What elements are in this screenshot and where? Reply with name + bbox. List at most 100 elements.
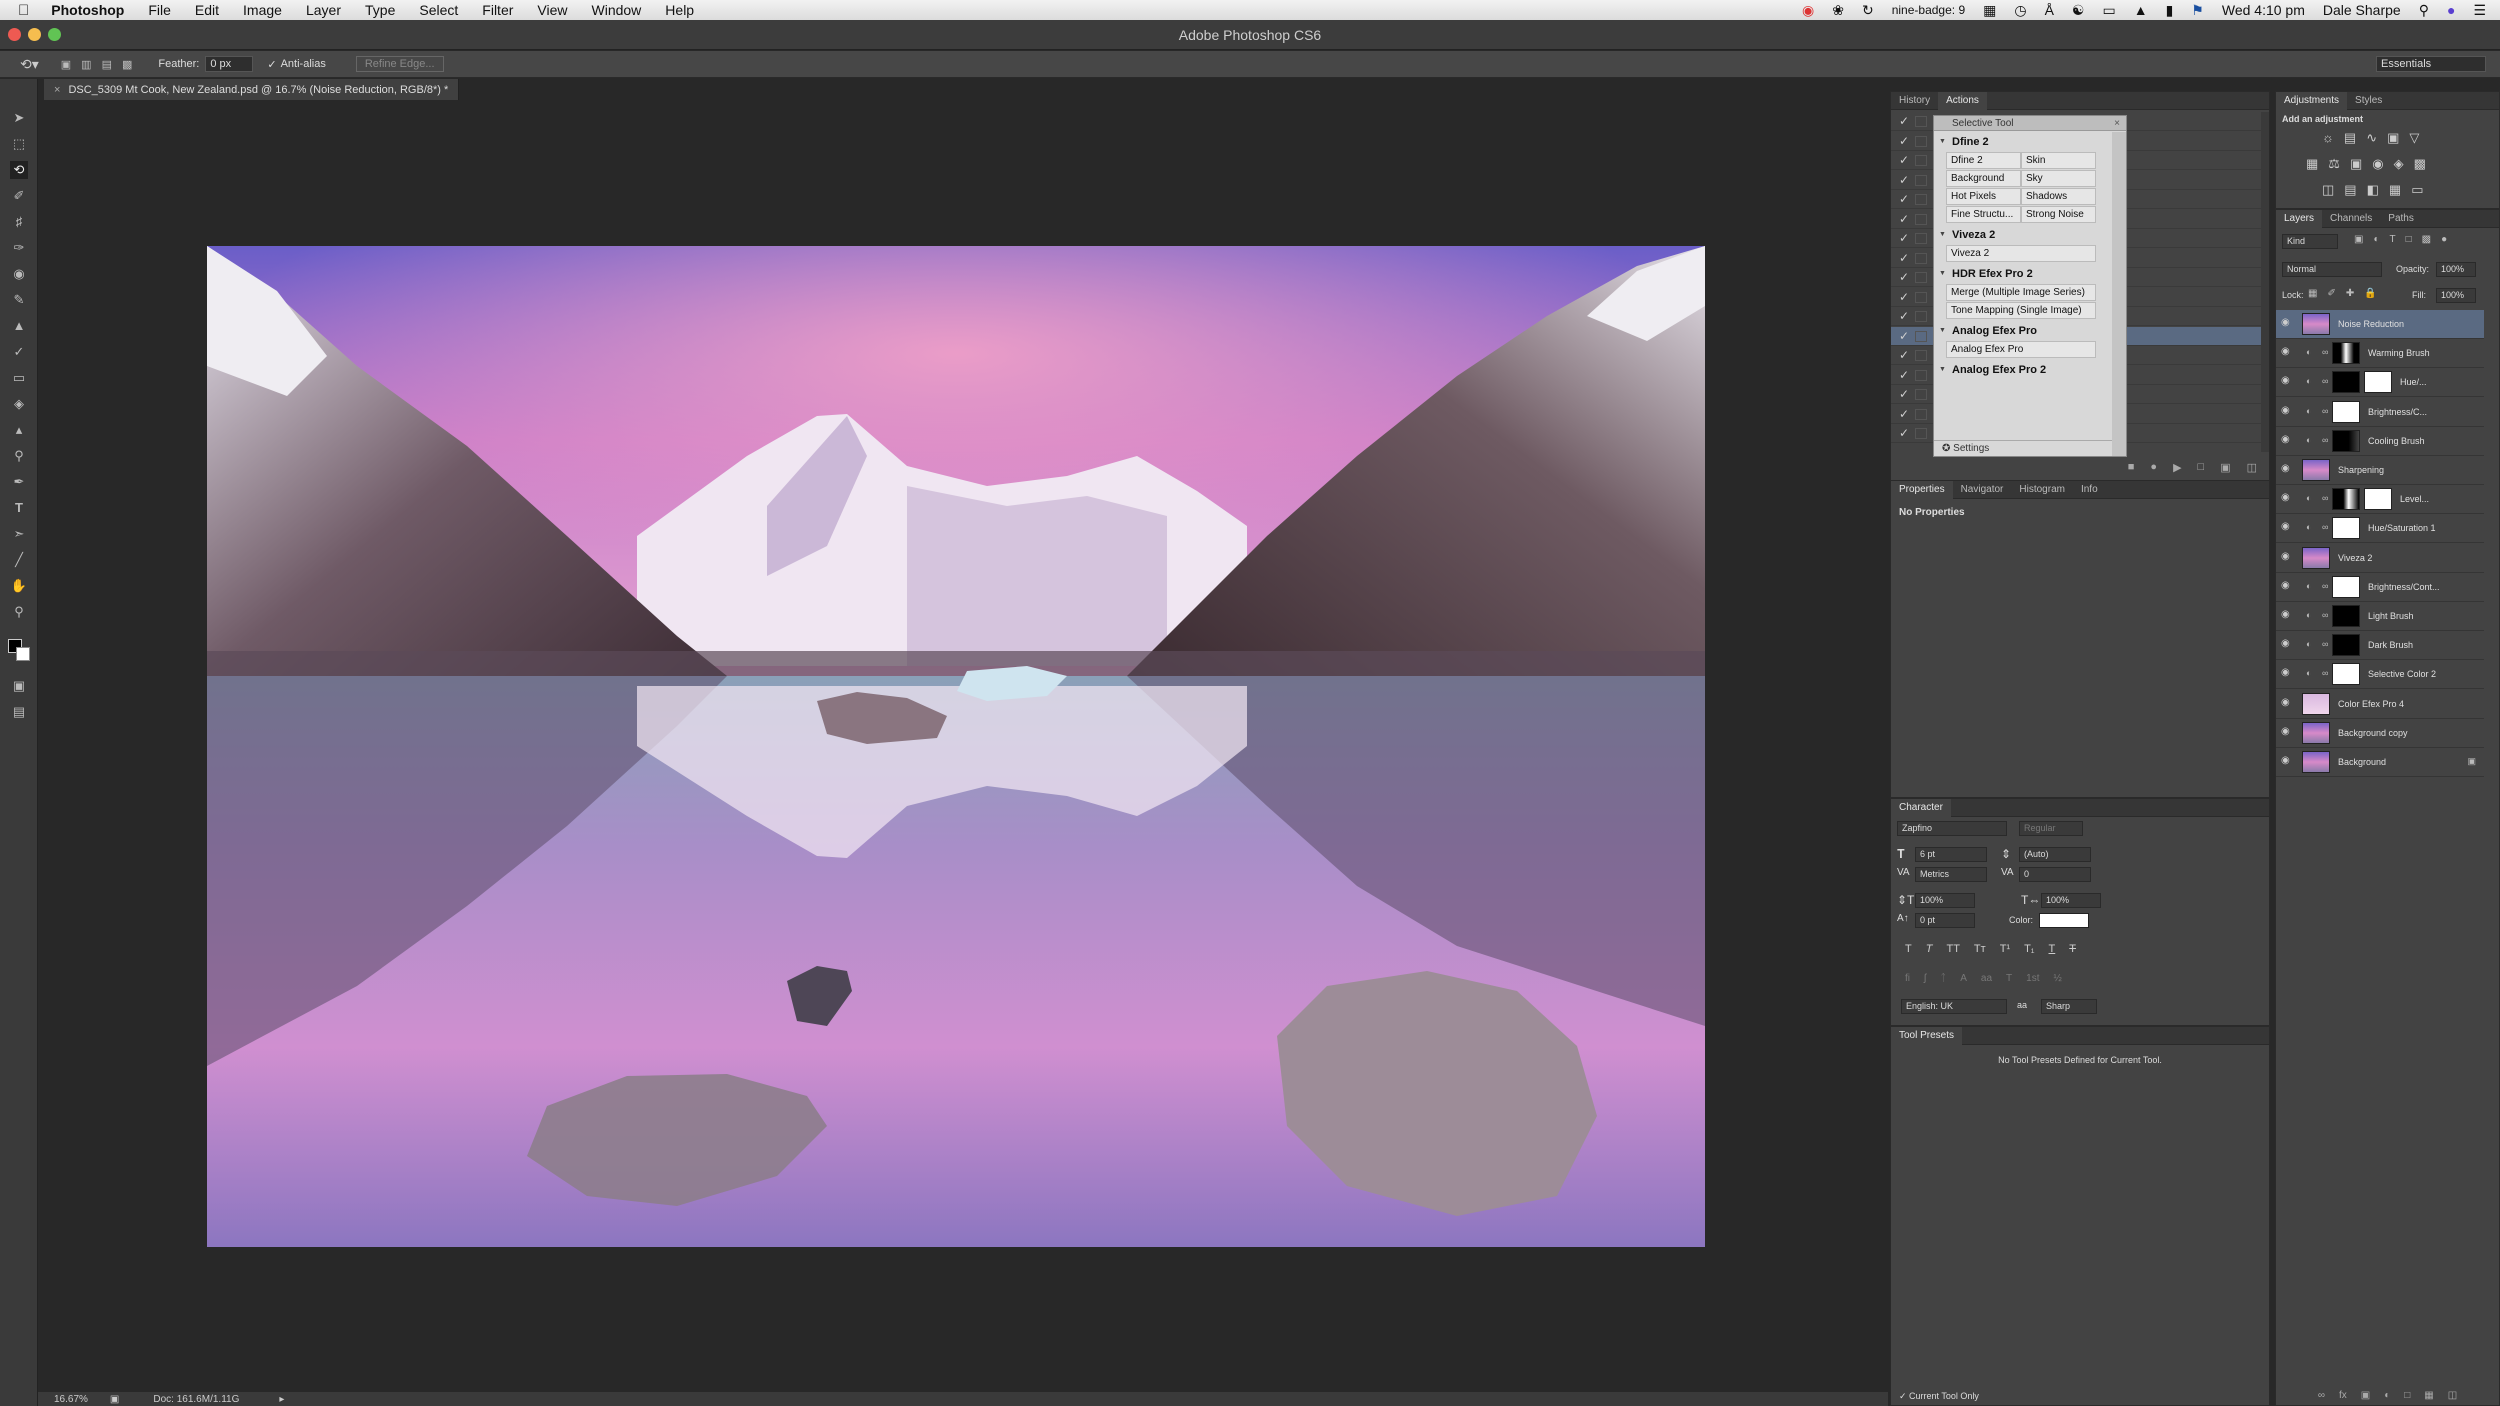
layer-visibility-eye-icon[interactable]: ◉ — [2281, 697, 2295, 708]
creative-cloud-icon[interactable]: ◉ — [1802, 2, 1814, 19]
mask-link-icon[interactable]: ∞ — [2322, 406, 2328, 416]
tab-tool-presets[interactable]: Tool Presets — [1891, 1026, 1963, 1045]
text-color-swatch[interactable] — [2039, 913, 2089, 928]
close-tab-icon[interactable]: × — [54, 84, 60, 96]
action-check-icon[interactable]: ✓ — [1899, 251, 1909, 265]
tab-layers[interactable]: Layers — [2276, 209, 2323, 228]
play-action-icon[interactable]: ▶ — [2173, 461, 2181, 474]
blur-tool-icon[interactable]: ▴ — [10, 421, 28, 439]
crop-tool-icon[interactable]: ♯ — [10, 213, 28, 231]
layer-visibility-eye-icon[interactable]: ◉ — [2281, 726, 2295, 737]
layer-thumbnail[interactable] — [2302, 546, 2330, 569]
siri-icon[interactable]: ● — [2447, 2, 2455, 18]
group-viveza-2[interactable]: Viveza 2 — [1934, 224, 2126, 245]
layer-thumbnail[interactable] — [2332, 488, 2360, 511]
dropbox-icon[interactable]: ▦ — [1983, 2, 1996, 19]
invert-icon[interactable]: ◫ — [2322, 182, 2334, 198]
layer-visibility-eye-icon[interactable]: ◉ — [2281, 464, 2295, 474]
action-check-icon[interactable]: ✓ — [1899, 134, 1909, 148]
document-tab[interactable]: × DSC_5309 Mt Cook, New Zealand.psd @ 16… — [44, 79, 460, 100]
action-dialog-toggle[interactable] — [1915, 233, 1927, 244]
mask-link-icon[interactable]: ∞ — [2322, 435, 2328, 445]
mask-link-icon[interactable]: ∞ — [2322, 610, 2328, 620]
new-layer-icon[interactable]: ▦ — [2424, 1390, 2433, 1406]
pen-tool-icon[interactable]: ✒ — [10, 473, 28, 491]
group-analog-efex-pro[interactable]: Analog Efex Pro — [1934, 320, 2126, 341]
vertical-scale-input[interactable]: 100% — [1915, 893, 1975, 908]
volume-icon[interactable]: ▲ — [2134, 2, 2148, 18]
menu-help[interactable]: Help — [665, 2, 694, 18]
tab-channels[interactable]: Channels — [2322, 210, 2380, 228]
mask-link-icon[interactable]: ∞ — [2322, 668, 2328, 678]
fine-structure-button[interactable]: Fine Structu... — [1946, 206, 2021, 223]
delete-layer-icon[interactable]: ◫ — [2448, 1390, 2457, 1406]
action-check-icon[interactable]: ✓ — [1899, 407, 1909, 421]
layer-style-icon[interactable]: fx — [2339, 1390, 2347, 1406]
action-check-icon[interactable]: ✓ — [1899, 270, 1909, 284]
tab-history[interactable]: History — [1891, 92, 1938, 110]
minimize-window-icon[interactable] — [28, 28, 41, 41]
group-analog-efex-pro-2[interactable]: Analog Efex Pro 2 — [1934, 359, 2126, 380]
layer-thumbnail[interactable] — [2332, 429, 2360, 452]
curves-icon[interactable]: ∿ — [2366, 130, 2377, 146]
mask-link-icon[interactable]: ∞ — [2322, 376, 2328, 386]
viveza-2-button[interactable]: Viveza 2 — [1946, 245, 2096, 262]
marquee-tool-icon[interactable]: ⬚ — [10, 135, 28, 153]
tab-actions[interactable]: Actions — [1938, 91, 1987, 110]
fill-input[interactable]: 100% — [2436, 288, 2476, 303]
titling-icon[interactable]: aa — [1981, 973, 1992, 984]
color-balance-icon[interactable]: ⚖ — [2328, 156, 2340, 172]
action-dialog-toggle[interactable] — [1915, 155, 1927, 166]
close-window-icon[interactable] — [8, 28, 21, 41]
all-caps-button[interactable]: TT — [1946, 943, 1959, 955]
lock-all-icon[interactable]: 🔒 — [2364, 288, 2376, 299]
flag-icon[interactable]: ⚑ — [2191, 2, 2204, 19]
selective-color-icon[interactable]: ▦ — [2389, 182, 2401, 198]
action-dialog-toggle[interactable] — [1915, 330, 1927, 342]
analog-efex-pro-button[interactable]: Analog Efex Pro — [1946, 341, 2096, 358]
group-hdr-efex-pro-2[interactable]: HDR Efex Pro 2 — [1934, 263, 2126, 284]
healing-brush-icon[interactable]: ◉ — [10, 265, 28, 283]
action-dialog-toggle[interactable] — [1915, 428, 1927, 439]
color-lookup-icon[interactable]: ▩ — [2414, 156, 2426, 172]
wifi-icon[interactable]: ☯ — [2072, 2, 2085, 19]
hue-saturation-icon[interactable]: ▦ — [2306, 156, 2318, 172]
action-dialog-toggle[interactable] — [1915, 272, 1927, 283]
ligature-icon[interactable]: fi — [1905, 973, 1910, 984]
merge-button[interactable]: Merge (Multiple Image Series) — [1946, 284, 2096, 301]
levels-icon[interactable]: ▤ — [2344, 130, 2356, 146]
layer-visibility-eye-icon[interactable]: ◉ — [2281, 318, 2295, 328]
action-check-icon[interactable]: ✓ — [1899, 290, 1909, 304]
mask-link-icon[interactable]: ∞ — [2322, 522, 2328, 532]
action-check-icon[interactable]: ✓ — [1899, 387, 1909, 401]
menu-window[interactable]: Window — [592, 2, 642, 18]
quick-mask-icon[interactable]: ▣ — [10, 677, 28, 695]
stop-action-icon[interactable]: ■ — [2128, 461, 2135, 473]
new-adjustment-icon[interactable]: ◐ — [2384, 1390, 2390, 1406]
photo-filter-icon[interactable]: ◉ — [2372, 156, 2383, 172]
layer-thumbnail[interactable] — [2302, 692, 2330, 715]
swash-icon[interactable]: ʃ — [1924, 973, 1926, 984]
action-dialog-toggle[interactable] — [1915, 350, 1927, 361]
menu-layer[interactable]: Layer — [306, 2, 341, 18]
tab-properties[interactable]: Properties — [1891, 480, 1953, 499]
close-selective-icon[interactable]: × — [2114, 116, 2120, 131]
action-dialog-toggle[interactable] — [1915, 311, 1927, 322]
dodge-tool-icon[interactable]: ⚲ — [10, 447, 28, 465]
mask-link-icon[interactable]: ∞ — [2322, 347, 2328, 357]
layer-visibility-eye-icon[interactable]: ◉ — [2281, 610, 2295, 620]
layer-visibility-eye-icon[interactable]: ◉ — [2281, 668, 2295, 678]
tab-character[interactable]: Character — [1891, 798, 1951, 817]
oldstyle-icon[interactable]: ᛏ — [1940, 973, 1946, 984]
zoom-window-icon[interactable] — [48, 28, 61, 41]
mask-link-icon[interactable]: ∞ — [2322, 581, 2328, 591]
selective-settings[interactable]: ✪ Settings — [1934, 440, 2112, 456]
new-set-icon[interactable]: □ — [2198, 461, 2205, 473]
action-check-icon[interactable]: ✓ — [1899, 192, 1909, 206]
action-dialog-toggle[interactable] — [1915, 291, 1927, 303]
bluetooth-icon[interactable]: Å — [2045, 2, 2054, 18]
antialias-select[interactable]: Sharp — [2041, 999, 2097, 1014]
layer-visibility-eye-icon[interactable]: ◉ — [2281, 493, 2295, 503]
layer-row[interactable]: ◉ ◐ ∞ Warming Brush — [2276, 339, 2484, 369]
layer-row[interactable]: ◉ Noise Reduction — [2276, 310, 2484, 339]
